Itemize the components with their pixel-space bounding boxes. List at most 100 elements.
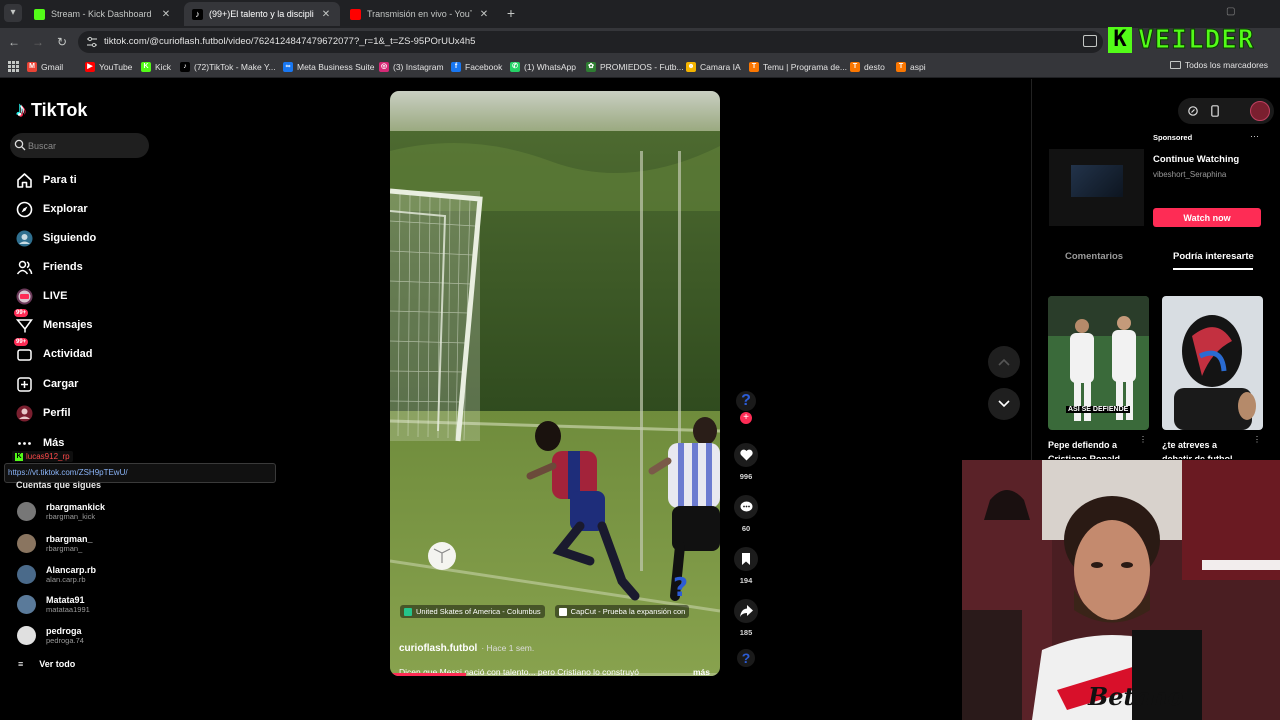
nav-item-live[interactable]: LIVE bbox=[16, 285, 67, 307]
nav-item-para-ti[interactable]: Para ti bbox=[16, 169, 77, 191]
see-all-label: Ver todo bbox=[39, 659, 76, 669]
card-options-icon[interactable]: ⋮ bbox=[1139, 435, 1147, 444]
suggested-video-title[interactable]: Pepe defiendo a bbox=[1048, 438, 1149, 452]
nav-item-actividad[interactable]: 99+ Actividad bbox=[14, 337, 93, 365]
bookmark-label: aspi bbox=[910, 62, 926, 72]
follow-plus-button[interactable]: + bbox=[740, 412, 752, 424]
like-button[interactable]: 996 bbox=[732, 443, 760, 481]
messages-icon: 99+ bbox=[14, 308, 33, 334]
back-arrow-icon[interactable]: ← bbox=[6, 34, 22, 50]
bookmark-youtube[interactable]: ▶ YouTube bbox=[85, 60, 132, 74]
search-input[interactable] bbox=[28, 137, 143, 154]
sound-disc[interactable]: ? bbox=[737, 649, 755, 667]
overlay-logo-text: VEILDER bbox=[1138, 25, 1255, 56]
ad-thumbnail[interactable] bbox=[1049, 149, 1144, 226]
bookmark-promiedos[interactable]: ✿ PROMIEDOS - Futb... bbox=[586, 60, 684, 74]
tab-kick-dashboard[interactable]: Stream - Kick Dashboard ✕ bbox=[26, 2, 180, 26]
bookmark-gmail[interactable]: M Gmail bbox=[27, 60, 63, 74]
user-avatar[interactable] bbox=[1250, 101, 1270, 121]
see-all-following-button[interactable]: ≡ Ver todo bbox=[18, 659, 75, 669]
bookmark-temu[interactable]: T Temu | Programa de... bbox=[749, 60, 847, 74]
nav-label: Perfil bbox=[43, 407, 71, 419]
watch-now-button[interactable]: Watch now bbox=[1153, 208, 1261, 227]
tab-podria-interesarte[interactable]: Podría interesarte bbox=[1173, 251, 1254, 262]
previous-video-button[interactable] bbox=[988, 346, 1020, 378]
tab-tiktok-video[interactable]: ♪ (99+)El talento y la disciplina e ✕ bbox=[184, 2, 340, 26]
suggested-video-title[interactable]: ¿te atreves a bbox=[1162, 438, 1263, 452]
suggested-video-title-line2[interactable]: Cristiano Ronald bbox=[1048, 452, 1149, 459]
comment-button[interactable]: 60 bbox=[732, 495, 760, 533]
author-name[interactable]: curioflash.futbol bbox=[399, 643, 477, 654]
search-icon bbox=[14, 139, 26, 151]
right-panel-tabs: Comentarios Podría interesarte bbox=[1032, 242, 1280, 272]
bookmark-whatsapp[interactable]: ✆ (1) WhatsApp bbox=[510, 60, 576, 74]
nav-item-friends[interactable]: Friends bbox=[16, 256, 83, 278]
maximize-icon[interactable]: ▢ bbox=[1226, 6, 1235, 17]
avatar bbox=[17, 564, 36, 584]
bookmark-aspi[interactable]: Taspi bbox=[896, 60, 926, 74]
install-app-icon[interactable] bbox=[1083, 35, 1097, 47]
all-bookmarks-button[interactable]: Todos los marcadores bbox=[1169, 60, 1268, 70]
tiktok-favicon-icon: ♪ bbox=[192, 8, 203, 20]
bookmark-camara[interactable]: ☻ Camara IA bbox=[686, 60, 741, 74]
new-tab-button[interactable]: + bbox=[503, 5, 519, 21]
bookmark-tiktok[interactable]: ♪ (72)TikTok - Make Y... bbox=[180, 60, 276, 74]
suggested-video-thumbnail[interactable]: ASÍ SE DEFIENDE bbox=[1048, 296, 1149, 430]
share-button[interactable]: 185 bbox=[732, 599, 760, 637]
location-chip[interactable]: United Skates of America - Columbus bbox=[400, 605, 545, 618]
nav-item-siguiendo[interactable]: Siguiendo bbox=[16, 227, 96, 249]
search-box[interactable] bbox=[10, 133, 149, 158]
following-account-item[interactable]: rbargman_ rbargman_ bbox=[17, 531, 93, 555]
tiktok-wordmark: TikTok bbox=[31, 100, 88, 120]
capcut-chip[interactable]: CapCut - Prueba la expansión con bbox=[554, 605, 690, 618]
chevron-up-icon bbox=[998, 358, 1010, 366]
nav-item-cargar[interactable]: Cargar bbox=[16, 373, 78, 395]
bookmark-label: (3) Instagram bbox=[393, 62, 444, 72]
mobile-device-icon[interactable] bbox=[1211, 105, 1219, 117]
video-author[interactable]: curioflash.futbol · Hace 1 sem. bbox=[399, 643, 534, 654]
gmail-icon: M bbox=[27, 62, 37, 72]
video-player[interactable]: ? United Skates of America - Columbus Ca… bbox=[390, 91, 720, 676]
forward-arrow-icon[interactable]: → bbox=[30, 34, 46, 50]
next-video-button[interactable] bbox=[988, 388, 1020, 420]
suggested-video-thumbnail[interactable] bbox=[1162, 296, 1263, 430]
url-text[interactable]: tiktok.com/@curioflash.futbol/video/7624… bbox=[104, 36, 475, 47]
bookmark-instagram[interactable]: ◎ (3) Instagram bbox=[379, 60, 444, 74]
account-handle: rbargman_ bbox=[46, 543, 83, 553]
tab-comentarios[interactable]: Comentarios bbox=[1065, 251, 1123, 262]
coin-icon[interactable] bbox=[1188, 106, 1198, 116]
close-icon[interactable]: ✕ bbox=[320, 9, 332, 20]
ad-title[interactable]: Continue Watching bbox=[1153, 154, 1239, 165]
site-info-icon[interactable] bbox=[86, 36, 98, 48]
card-options-icon[interactable]: ⋮ bbox=[1253, 435, 1261, 444]
save-button[interactable]: 194 bbox=[732, 547, 760, 585]
reload-icon[interactable]: ↻ bbox=[54, 34, 70, 50]
suggested-video-title-line2[interactable]: debatir de futbol bbox=[1162, 452, 1263, 459]
address-bar[interactable]: tiktok.com/@curioflash.futbol/video/7624… bbox=[78, 31, 1103, 53]
video-progress-bar[interactable] bbox=[390, 673, 720, 676]
tab-search-button[interactable]: ▾ bbox=[4, 4, 22, 22]
bookmark-desto[interactable]: Tdesto bbox=[850, 60, 885, 74]
ad-options-icon[interactable]: ··· bbox=[1250, 131, 1259, 141]
apps-grid-icon[interactable] bbox=[8, 61, 19, 72]
bookmark-facebook[interactable]: f Facebook bbox=[451, 60, 502, 74]
nav-item-mensajes[interactable]: 99+ Mensajes bbox=[14, 308, 93, 336]
close-icon[interactable]: ✕ bbox=[478, 9, 490, 20]
bookmark-meta[interactable]: ∞ Meta Business Suite bbox=[283, 60, 374, 74]
following-account-item[interactable]: pedroga pedroga.74 bbox=[17, 623, 84, 647]
following-account-item[interactable]: Alancarp.rb alan.carp.rb bbox=[17, 562, 96, 586]
tiktok-logo[interactable]: ♪ TikTok bbox=[16, 99, 87, 122]
following-account-item[interactable]: Matata91 matataa1991 bbox=[17, 592, 90, 616]
nav-item-explorar[interactable]: Explorar bbox=[16, 198, 88, 220]
suggested-video-card[interactable]: ASÍ SE DEFIENDE Pepe defiendo a Cristian… bbox=[1048, 296, 1149, 459]
creator-avatar[interactable]: ? bbox=[736, 391, 756, 411]
suggested-video-card[interactable]: ¿te atreves a debatir de futbol ⋮ bbox=[1162, 296, 1263, 459]
following-avatar-icon bbox=[16, 230, 33, 246]
nav-label: Friends bbox=[43, 261, 83, 273]
nav-item-perfil[interactable]: Perfil bbox=[16, 402, 71, 424]
following-account-item[interactable]: rbargmankick rbargman_kick bbox=[17, 499, 105, 523]
bookmark-label: Meta Business Suite bbox=[297, 62, 375, 72]
bookmark-kick[interactable]: K Kick bbox=[141, 60, 171, 74]
close-icon[interactable]: ✕ bbox=[160, 9, 172, 20]
tab-youtube-live[interactable]: Transmisión en vivo - YouTube ✕ bbox=[342, 2, 498, 26]
